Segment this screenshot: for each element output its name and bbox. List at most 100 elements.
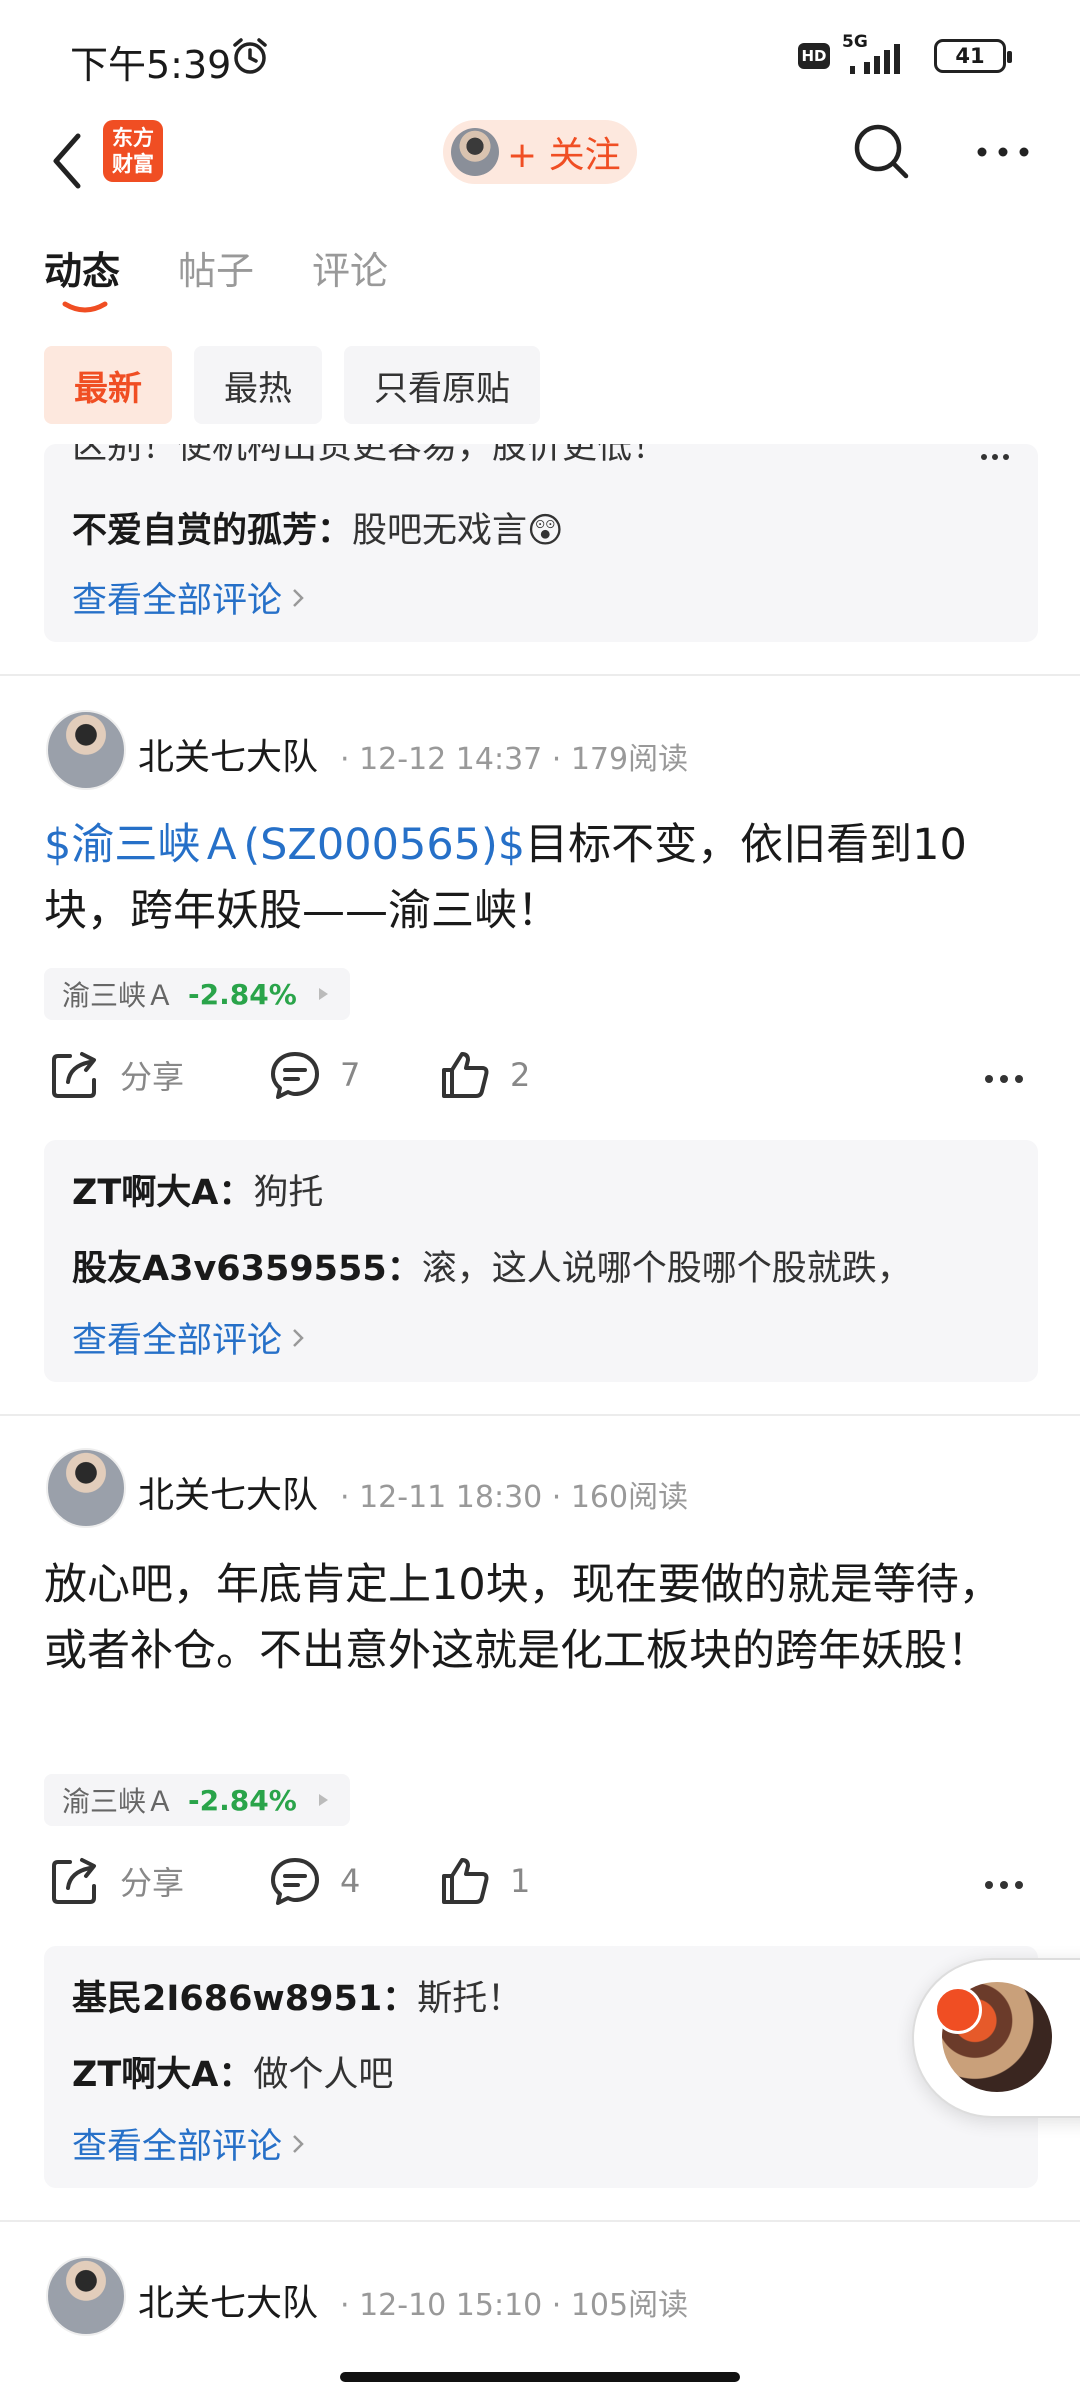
share-label: 分享 bbox=[120, 1058, 185, 1096]
share-label: 分享 bbox=[120, 1864, 185, 1902]
share-button[interactable]: 分享 bbox=[48, 1854, 184, 1908]
comment-preview: ZT啊大A：狗托 股友A3v6359555：滚，这人说哪个股哪个股就跌， 查看全… bbox=[44, 1140, 1038, 1382]
stock-change: -2.84% bbox=[188, 977, 297, 1011]
author-avatar[interactable] bbox=[46, 2256, 126, 2336]
post-actions: 分享 4 1 bbox=[44, 1854, 1038, 1924]
comment-author[interactable]: 不爱自赏的孤芳： bbox=[72, 511, 352, 551]
like-count: 1 bbox=[510, 1862, 531, 1900]
comment-text: 做个人吧 bbox=[253, 2055, 394, 2095]
tab-active-indicator bbox=[62, 301, 108, 313]
thumbs-up-icon bbox=[442, 1858, 489, 1904]
comment-author[interactable]: 基民2I686w8951： bbox=[72, 1979, 417, 2019]
search-icon[interactable] bbox=[852, 122, 910, 180]
tab-bar: 动态 帖子 评论 bbox=[44, 240, 388, 320]
filter-bar: 最新 最热 只看原贴 bbox=[44, 346, 540, 424]
signal-icon: 5G bbox=[842, 32, 922, 76]
tab-comments[interactable]: 评论 bbox=[312, 240, 388, 320]
post-more-icon[interactable] bbox=[984, 1074, 1024, 1084]
filter-original-only[interactable]: 只看原贴 bbox=[344, 346, 540, 424]
comment-count: 4 bbox=[340, 1862, 361, 1900]
post-meta: · 12-11 18:30 · 160阅读 bbox=[340, 1480, 689, 1515]
comment-text: 狗托 bbox=[253, 1173, 324, 1213]
stock-tag[interactable]: 渝三峡Ａ -2.84% bbox=[44, 1774, 350, 1826]
comment-button[interactable]: 4 bbox=[268, 1854, 360, 1908]
tab-label: 评论 bbox=[312, 249, 389, 293]
logo-text-top: 东方 bbox=[112, 126, 154, 150]
follow-label: + 关注 bbox=[507, 135, 621, 176]
comment-icon bbox=[271, 1858, 319, 1905]
view-all-comments-link[interactable]: 查看全部评论 bbox=[72, 572, 304, 623]
tab-label: 动态 bbox=[44, 249, 121, 293]
app-logo[interactable]: 东方 财富 bbox=[103, 120, 163, 182]
like-button[interactable]: 2 bbox=[438, 1048, 530, 1102]
alarm-icon bbox=[233, 38, 267, 74]
tab-posts[interactable]: 帖子 bbox=[178, 240, 254, 320]
post-meta: · 12-10 15:10 · 105阅读 bbox=[340, 2288, 689, 2323]
chevron-right-icon bbox=[293, 588, 304, 607]
comment-text: 斯托！ bbox=[417, 1979, 523, 2019]
like-button[interactable]: 1 bbox=[438, 1854, 530, 1908]
comment-more-icon[interactable] bbox=[980, 452, 1010, 462]
status-bar: 下午5:39 HD 5G 41 bbox=[0, 0, 1080, 116]
comment-button[interactable]: 7 bbox=[268, 1048, 360, 1102]
filter-latest[interactable]: 最新 bbox=[44, 346, 172, 424]
play-triangle-icon bbox=[318, 1794, 328, 1806]
author-avatar[interactable] bbox=[46, 710, 126, 790]
comment-preview: 基民2I686w8951：斯托！ ZT啊大A：做个人吧 查看全部评论 bbox=[44, 1946, 1038, 2188]
stock-name: 渝三峡Ａ bbox=[62, 1785, 175, 1818]
home-indicator[interactable] bbox=[340, 2372, 740, 2382]
view-all-label: 查看全部评论 bbox=[72, 2127, 283, 2167]
post-meta: · 12-12 14:37 · 179阅读 bbox=[340, 742, 689, 777]
post-more-icon[interactable] bbox=[984, 1880, 1024, 1890]
comment-author[interactable]: ZT啊大A： bbox=[72, 1173, 253, 1213]
post-body[interactable]: $渝三峡Ａ(SZ000565)$目标不变，依旧看到10块，跨年妖股——渝三峡！ bbox=[44, 812, 1034, 944]
author-avatar[interactable] bbox=[46, 1448, 126, 1528]
comment-text: 滚，这人说哪个股哪个股就跌， bbox=[421, 1249, 912, 1289]
share-icon bbox=[52, 1052, 96, 1098]
view-all-comments-link[interactable]: 查看全部评论 bbox=[72, 1312, 304, 1363]
comment-line[interactable]: 基民2I686w8951：斯托！ bbox=[72, 1970, 522, 2021]
stock-link[interactable]: $渝三峡Ａ(SZ000565)$ bbox=[44, 820, 525, 870]
view-all-comments-link[interactable]: 查看全部评论 bbox=[72, 2118, 304, 2169]
app-badge-icon bbox=[934, 1986, 982, 2034]
author-name[interactable]: 北关七大队 bbox=[138, 728, 318, 780]
divider bbox=[0, 2220, 1080, 2222]
comment-line[interactable]: 不爱自赏的孤芳：股吧无戏言😲 bbox=[72, 502, 564, 553]
author-name[interactable]: 北关七大队 bbox=[138, 1466, 318, 1518]
floating-live-bubble[interactable] bbox=[912, 1958, 1080, 2118]
comment-preview: 区别！使机构出货更容易，股价更低！ 不爱自赏的孤芳：股吧无戏言😲 查看全部评论 bbox=[44, 444, 1038, 642]
stock-tag[interactable]: 渝三峡Ａ -2.84% bbox=[44, 968, 350, 1020]
thumbs-up-icon bbox=[442, 1052, 489, 1098]
play-triangle-icon bbox=[318, 988, 328, 1000]
back-arrow-icon[interactable] bbox=[44, 126, 88, 196]
more-options-icon[interactable] bbox=[976, 140, 1030, 164]
post-body[interactable]: 放心吧，年底肯定上10块，现在要做的就是等待，或者补仓。不出意外这就是化工板块的… bbox=[44, 1552, 1034, 1684]
logo-text-bottom: 财富 bbox=[112, 152, 154, 176]
author-name[interactable]: 北关七大队 bbox=[138, 2274, 318, 2326]
post-actions: 分享 7 2 bbox=[44, 1048, 1038, 1118]
stock-change: -2.84% bbox=[188, 1783, 297, 1817]
share-button[interactable]: 分享 bbox=[48, 1048, 184, 1102]
comment-author[interactable]: 股友A3v6359555： bbox=[72, 1249, 422, 1289]
comment-text: 股吧无戏言😲 bbox=[352, 511, 564, 551]
comment-line[interactable]: ZT啊大A：狗托 bbox=[72, 1164, 323, 1215]
view-all-label: 查看全部评论 bbox=[72, 581, 283, 621]
chevron-right-icon bbox=[293, 1328, 304, 1347]
comment-line[interactable]: 股友A3v6359555：滚，这人说哪个股哪个股就跌， bbox=[72, 1240, 912, 1291]
comment-line[interactable]: ZT啊大A：做个人吧 bbox=[72, 2046, 393, 2097]
clipped-comment: 区别！使机构出货更容易，股价更低！ bbox=[72, 444, 668, 467]
tab-label: 帖子 bbox=[178, 249, 255, 293]
filter-hottest[interactable]: 最热 bbox=[194, 346, 322, 424]
view-all-label: 查看全部评论 bbox=[72, 1321, 283, 1361]
status-time: 下午5:39 bbox=[70, 43, 232, 87]
follow-button[interactable]: + 关注 bbox=[443, 120, 637, 184]
stock-name: 渝三峡Ａ bbox=[62, 979, 175, 1012]
divider bbox=[0, 674, 1080, 676]
battery-indicator: 41 bbox=[934, 39, 1012, 73]
comment-author[interactable]: ZT啊大A： bbox=[72, 2055, 253, 2095]
divider bbox=[0, 1414, 1080, 1416]
comment-count: 7 bbox=[340, 1056, 361, 1094]
status-indicators: HD 5G 41 bbox=[798, 32, 1012, 76]
like-count: 2 bbox=[510, 1056, 531, 1094]
tab-dynamic[interactable]: 动态 bbox=[44, 240, 120, 320]
